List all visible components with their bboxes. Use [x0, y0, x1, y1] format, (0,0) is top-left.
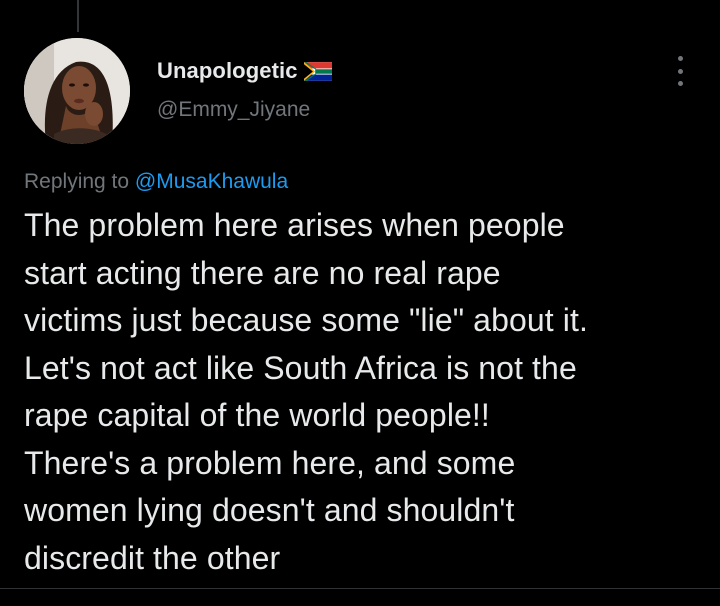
- more-options-button[interactable]: [668, 56, 692, 86]
- tweet-text-line: The problem here arises when people: [24, 207, 565, 243]
- divider: [0, 588, 720, 589]
- tweet-text-line: rape capital of the world people!!: [24, 397, 490, 433]
- reply-mention-link[interactable]: @MusaKhawula: [135, 170, 288, 193]
- tweet-text-line: Let's not act like South Africa is not t…: [24, 349, 577, 386]
- author-display-name[interactable]: Unapologetic: [157, 58, 298, 84]
- tweet-text-line: There's a problem here, and some: [24, 444, 516, 481]
- author-handle[interactable]: @Emmy_Jiyane: [157, 98, 310, 122]
- reply-context: Replying to @MusaKhawula: [24, 170, 288, 194]
- more-options-icon-dot: [677, 68, 683, 74]
- author-avatar[interactable]: [24, 38, 130, 144]
- south-africa-flag-icon: [303, 61, 332, 81]
- tweet-text-line: victims just because some "lie" about it…: [24, 302, 588, 338]
- reply-prefix: Replying to: [24, 170, 130, 193]
- tweet-text-line: discredit the other: [24, 539, 281, 576]
- tweet-text-line: women lying doesn't and shouldn't: [24, 492, 515, 528]
- tweet-text: The problem here arises when people star…: [24, 202, 704, 582]
- tweet-text-line: start acting there are no real rape: [24, 254, 501, 291]
- avatar-image: [24, 38, 130, 144]
- author-name-row: Unapologetic: [157, 58, 332, 84]
- more-options-icon-dot: [677, 81, 683, 86]
- thread-connector-line: [77, 0, 79, 32]
- more-options-icon: [677, 56, 683, 61]
